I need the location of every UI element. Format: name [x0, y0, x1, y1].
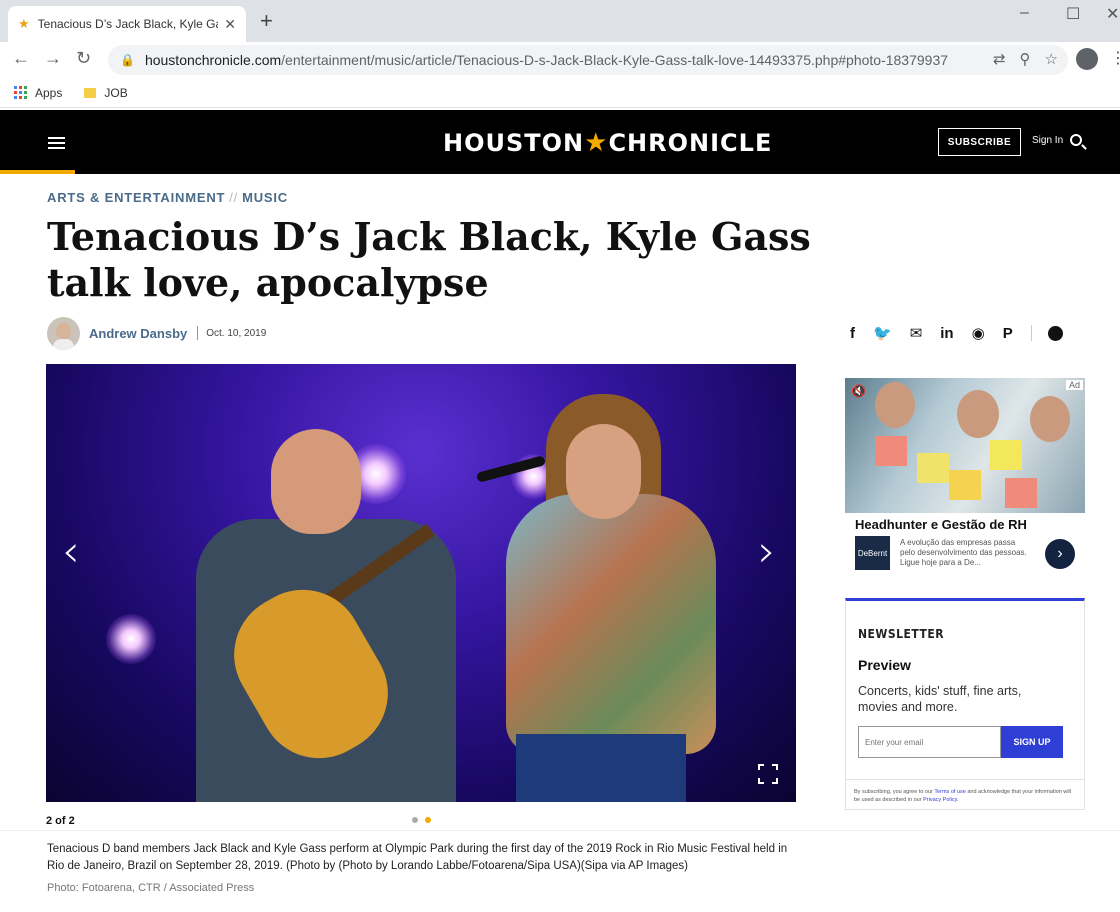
ad-person	[1030, 396, 1070, 442]
byline-divider	[197, 326, 199, 340]
logo-right-text: CHRONICLE	[608, 129, 773, 157]
email-icon[interactable]: ✉	[910, 324, 923, 342]
apps-grid-icon	[14, 86, 27, 99]
profile-icon[interactable]	[1076, 48, 1098, 70]
author-avatar[interactable]	[47, 316, 80, 350]
sticky-note	[949, 470, 981, 500]
gallery-photo[interactable]: ‹ ›	[46, 364, 796, 802]
newsletter-description: Concerts, kids' stuff, fine arts, movies…	[858, 684, 1022, 714]
breadcrumb-separator: //	[229, 190, 239, 205]
lock-icon: 🔒	[120, 53, 135, 67]
translate-icon[interactable]: ⇄	[993, 50, 1006, 68]
url-path: /entertainment/music/article/Tenacious-D…	[281, 52, 949, 68]
photo-credit: Photo: Fotoarena, CTR / Associated Press	[47, 882, 255, 894]
site-logo[interactable]: HOUSTON★CHRONICLE	[443, 128, 772, 158]
bookmark-job[interactable]: JOB	[84, 85, 128, 100]
ad-title[interactable]: Headhunter e Gestão de RH	[855, 517, 1027, 532]
fine-print-text-1: By subscribing, you agree to our	[854, 789, 933, 795]
share-bar: f 🐦 ✉ in ◉ P	[850, 324, 1063, 342]
sidebar-ad[interactable]: 🔇 Ad Headhunter e Gestão de RH DeBernt A…	[845, 378, 1085, 578]
reload-icon[interactable]: ↻	[76, 48, 91, 69]
performer-jack-black	[486, 394, 746, 802]
subscribe-button[interactable]: SUBSCRIBE	[938, 128, 1021, 156]
site-header: HOUSTON★CHRONICLE SUBSCRIBE Sign In	[0, 110, 1120, 174]
bookmark-job-label: JOB	[104, 85, 128, 100]
bookmark-star-icon[interactable]: ☆	[1045, 50, 1058, 68]
fullscreen-icon[interactable]	[758, 764, 778, 784]
gallery-next-arrow-icon[interactable]: ›	[758, 526, 776, 577]
gallery-dots	[412, 817, 431, 823]
ad-logo[interactable]: DeBernt	[855, 536, 890, 570]
reddit-icon[interactable]: ◉	[972, 324, 985, 342]
window-close-icon[interactable]: ✕	[1106, 4, 1119, 24]
browser-menu-icon[interactable]: ⋮	[1110, 48, 1120, 68]
browser-toolbar: ← → ↻ 🔒 houstonchronicle.com/entertainme…	[0, 42, 1120, 78]
linkedin-icon[interactable]: in	[940, 325, 953, 342]
email-input[interactable]	[858, 726, 1001, 758]
maximize-icon[interactable]: ☐	[1066, 4, 1080, 24]
tab-title: Tenacious D’s Jack Black, Kyle Gass talk…	[37, 17, 219, 31]
url-host: houstonchronicle.com	[144, 52, 282, 68]
twitter-icon[interactable]: 🐦	[873, 324, 892, 342]
tab-close-icon[interactable]: ✕	[224, 16, 236, 33]
forward-icon[interactable]: →	[44, 48, 62, 69]
terms-link[interactable]: Terms of use	[934, 789, 965, 795]
newsletter-heading: NEWSLETTER	[858, 627, 945, 641]
gallery-dot[interactable]	[412, 817, 418, 823]
ad-next-arrow-icon[interactable]: ›	[1045, 539, 1075, 569]
search-icon[interactable]	[1070, 134, 1082, 146]
address-bar[interactable]: 🔒 houstonchronicle.com/entertainment/mus…	[108, 45, 1068, 75]
breadcrumb-section[interactable]: ARTS & ENTERTAINMENT	[47, 190, 225, 205]
gallery-counter: 2 of 2	[46, 815, 75, 827]
bookmark-apps-label: Apps	[35, 85, 63, 100]
author-link[interactable]: Andrew Dansby	[89, 326, 187, 341]
article-headline: Tenacious D’s Jack Black, Kyle Gass talk…	[47, 214, 811, 305]
mute-icon[interactable]: 🔇	[851, 384, 866, 398]
share-divider	[1030, 325, 1032, 341]
logo-star-icon: ★	[584, 128, 609, 158]
omnibox-actions: ⇄ ⚲ ☆	[993, 50, 1058, 68]
sign-in-link[interactable]: Sign In	[1032, 135, 1063, 146]
browser-tab-bar: ★ Tenacious D’s Jack Black, Kyle Gass ta…	[0, 0, 1120, 42]
bookmark-apps[interactable]: Apps	[14, 86, 62, 100]
logo-left-text: HOUSTON	[443, 129, 585, 157]
minimize-icon[interactable]: –	[1020, 4, 1029, 22]
photo-caption: Tenacious D band members Jack Black and …	[47, 843, 788, 872]
performer-kyle-gass	[176, 409, 466, 802]
sign-up-button[interactable]: SIGN UP	[1001, 726, 1063, 758]
zoom-icon[interactable]: ⚲	[1020, 50, 1031, 68]
facebook-icon[interactable]: f	[850, 325, 855, 342]
new-tab-icon[interactable]: +	[260, 10, 273, 32]
comment-icon[interactable]	[1047, 325, 1063, 341]
publish-date: Oct. 10, 2019	[206, 327, 267, 339]
menu-icon[interactable]	[48, 137, 65, 152]
url-text[interactable]: houstonchronicle.com/entertainment/music…	[145, 52, 948, 68]
privacy-link[interactable]: Privacy Policy.	[923, 797, 958, 803]
ad-text[interactable]: A evolução das empresas passa pelo desen…	[900, 538, 1028, 568]
menu-underline	[0, 170, 75, 174]
breadcrumb-subsection[interactable]: MUSIC	[242, 190, 288, 205]
favicon-star-icon: ★	[18, 16, 30, 31]
gallery-dot-active[interactable]	[425, 817, 431, 823]
ad-person	[875, 382, 915, 428]
newsletter-fine-print: By subscribing, you agree to our Terms o…	[846, 779, 1084, 804]
ad-choices-tag[interactable]: Ad	[1065, 380, 1083, 390]
sticky-note	[875, 436, 907, 466]
ad-person	[957, 390, 999, 438]
folder-icon	[84, 87, 97, 98]
bookmarks-bar: Apps JOB	[0, 78, 1120, 108]
ad-image[interactable]: 🔇 Ad	[845, 378, 1085, 513]
gallery-prev-arrow-icon[interactable]: ‹	[62, 526, 80, 577]
pinterest-icon[interactable]: P	[1003, 325, 1013, 342]
newsletter-title: Preview	[858, 657, 911, 673]
sticky-note	[1005, 478, 1037, 508]
newsletter-widget: NEWSLETTER Preview Concerts, kids' stuff…	[845, 598, 1085, 810]
back-icon[interactable]: ←	[12, 48, 30, 69]
breadcrumb: ARTS & ENTERTAINMENT //MUSIC	[47, 190, 288, 205]
browser-tab[interactable]: ★ Tenacious D’s Jack Black, Kyle Gass ta…	[8, 6, 246, 42]
sticky-note	[990, 440, 1022, 470]
sticky-note	[917, 453, 949, 483]
byline: Andrew Dansby Oct. 10, 2019	[47, 316, 266, 350]
stage-light	[106, 614, 156, 664]
